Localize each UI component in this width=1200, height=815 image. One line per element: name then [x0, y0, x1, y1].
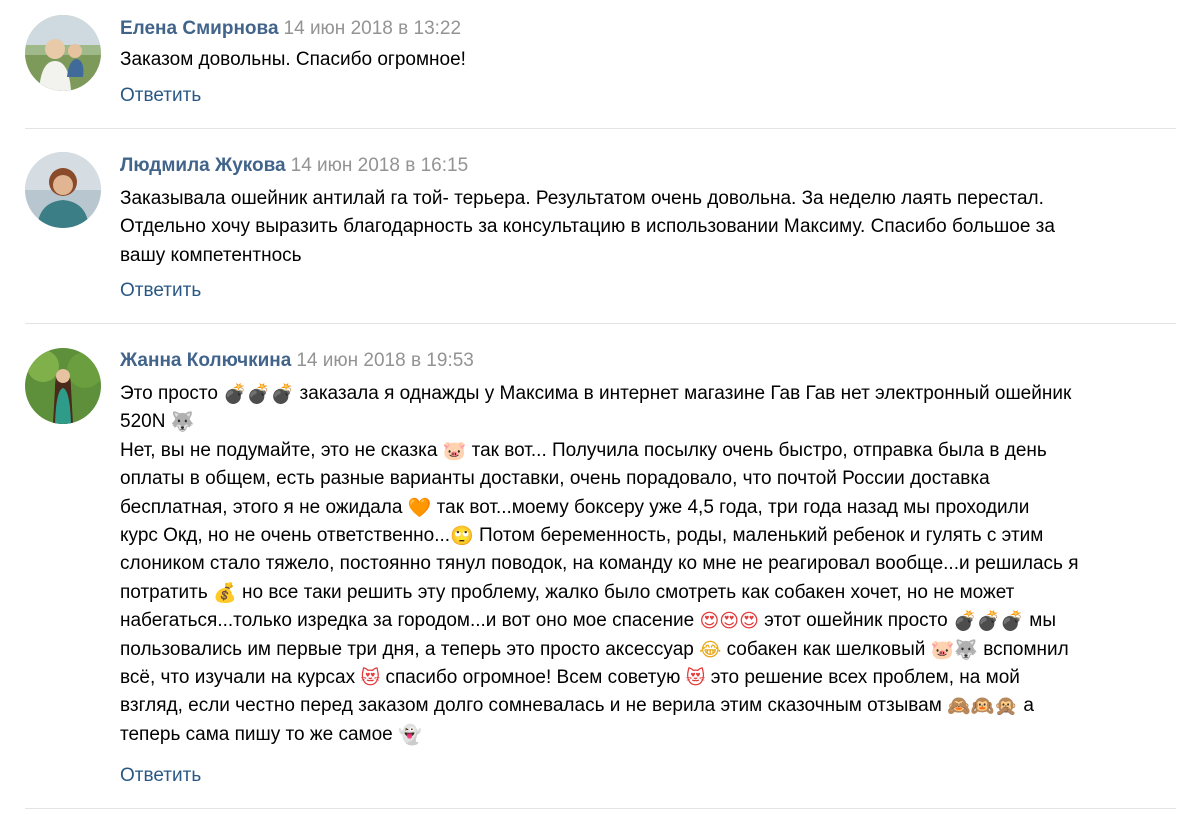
- joy-icon: 😂: [699, 638, 722, 661]
- reply-link[interactable]: Ответить: [120, 763, 201, 789]
- text-segment: бесплатная, этого я не ожидала: [120, 496, 408, 518]
- avatar-photo: [25, 152, 101, 228]
- heart-eyes-icon: 😍: [739, 610, 759, 633]
- comment-line: пользовались им первые три дня, а теперь…: [120, 636, 1180, 664]
- comment-header: Жанна Колючкина 14 июн 2018 в 19:53: [120, 348, 474, 374]
- text-segment: пользовались им первые три дня, а теперь…: [120, 638, 700, 660]
- bomb-icon: 💣: [270, 383, 295, 405]
- wolf-icon: 🐺: [170, 411, 195, 434]
- separator: [25, 808, 1176, 809]
- text-segment: потратить: [120, 581, 214, 603]
- reply-link[interactable]: Ответить: [120, 278, 201, 304]
- comment-line: Заказывала ошейник антилай га той- терье…: [120, 188, 1044, 209]
- comment-date[interactable]: 14 июн 2018 в 13:22: [284, 18, 462, 39]
- heart-eyes-icon: 😍: [699, 610, 720, 633]
- comment-header: Людмила Жукова 14 июн 2018 в 16:15: [120, 153, 468, 179]
- comment-date[interactable]: 14 июн 2018 в 16:15: [291, 155, 469, 176]
- text-segment: Это просто: [120, 383, 224, 404]
- comment-header: Елена Смирнова 14 июн 2018 в 13:22: [120, 16, 461, 42]
- text-segment: спасибо огромное! Всем советую: [380, 667, 686, 689]
- text-segment: всё, что изучали на курсах: [120, 667, 361, 689]
- comment-line: потратить 💰 но все таки решить эту пробл…: [120, 579, 1180, 607]
- heart-eyes-icon: 😍: [719, 610, 740, 633]
- comment-line: курс Окд, но не очень ответственно...🙄 П…: [120, 522, 1180, 550]
- text-segment: этот ошейник просто: [758, 610, 954, 632]
- author-name[interactable]: Людмила Жукова: [120, 155, 286, 176]
- text-segment: Нет, вы не подумайте, это не сказка: [120, 439, 443, 461]
- comment-line: Нет, вы не подумайте, это не сказка 🐷 та…: [120, 437, 1180, 465]
- text-segment: набегаться...только изредка за городом..…: [120, 610, 700, 632]
- rolling-eyes-icon: 🙄: [450, 525, 474, 548]
- bomb-icon: 💣: [223, 383, 247, 405]
- text-segment: собакен как шелковый: [721, 638, 931, 660]
- heart-eyes-cat-icon: 😻: [360, 667, 381, 690]
- bomb-icon: 💣: [1000, 610, 1025, 633]
- separator: [25, 323, 1176, 324]
- heart-icon: 🧡: [407, 496, 432, 519]
- author-name[interactable]: Елена Смирнова: [120, 18, 279, 39]
- comment-line: Отдельно хочу выразить благодарность за …: [120, 216, 1055, 238]
- pig-icon: 🐷: [442, 439, 467, 462]
- separator: [25, 128, 1176, 129]
- comment-line: взгляд, если честно перед заказом долго …: [120, 692, 1180, 720]
- comment-line: всё, что изучали на курсах 😻 спасибо огр…: [120, 664, 1180, 692]
- text-segment: так вот... Получила посылку очень быстро…: [466, 439, 1047, 461]
- text-segment: 520N: [120, 411, 171, 433]
- text-segment: теперь сама пишу то же самое: [120, 723, 398, 745]
- heart-eyes-cat-icon: 😻: [685, 667, 706, 690]
- text-segment: это решение всех проблем, на мой: [705, 667, 1020, 689]
- reply-link[interactable]: Ответить: [120, 83, 201, 109]
- text-segment: так вот...моему боксеру уже 4,5 года, тр…: [431, 496, 1030, 518]
- ghost-icon: 👻: [398, 723, 422, 746]
- avatar-photo: [25, 348, 101, 424]
- text-segment: мы: [1024, 610, 1057, 632]
- pig-icon: 🐷: [930, 638, 955, 661]
- bomb-icon: 💣: [953, 610, 977, 633]
- text-segment: взгляд, если честно перед заказом долго …: [120, 695, 948, 717]
- comment-line: оплаты в общем, есть разные варианты дос…: [120, 468, 990, 490]
- avatar[interactable]: [25, 152, 101, 228]
- comment-line: Заказом довольны. Спасибо огромное!: [120, 49, 466, 70]
- avatar-photo: [25, 15, 101, 91]
- avatar[interactable]: [25, 348, 101, 424]
- comment-line: теперь сама пишу то же самое 👻: [120, 721, 1180, 749]
- wolf-icon: 🐺: [954, 638, 978, 661]
- comment-text: Заказом довольны. Спасибо огромное!: [120, 46, 1180, 74]
- text-segment: а: [1018, 695, 1034, 717]
- bomb-icon: 💣: [976, 610, 1001, 633]
- author-name[interactable]: Жанна Колючкина: [120, 350, 291, 371]
- text-segment: Потом беременность, роды, маленький ребе…: [473, 525, 1044, 547]
- avatar[interactable]: [25, 15, 101, 91]
- money-bag-icon: 💰: [213, 581, 237, 604]
- text-segment: курс Окд, но не очень ответственно...: [120, 525, 451, 547]
- three-monkeys-icon: 🙈🙉🙊: [947, 695, 1019, 718]
- text-segment: но все таки решить эту проблему, жалко б…: [236, 581, 1015, 603]
- comment-line: 520N 🐺: [120, 408, 1180, 436]
- comment-text: Заказывала ошейник антилай га той- терье…: [120, 185, 1180, 270]
- comment-date[interactable]: 14 июн 2018 в 19:53: [296, 350, 474, 371]
- comment-line: вашу компетентнось: [120, 244, 302, 266]
- bomb-icon: 💣: [246, 383, 271, 405]
- comment-line: слоником стало тяжело, постоянно тянул п…: [120, 553, 1079, 575]
- comment-line: бесплатная, этого я не ожидала 🧡 так вот…: [120, 494, 1180, 522]
- comment-line: Это просто 💣💣💣 заказала я однажды у Макс…: [120, 380, 1180, 408]
- comment-text: Это просто 💣💣💣 заказала я однажды у Макс…: [120, 380, 1180, 749]
- comment-line: набегаться...только изредка за городом..…: [120, 607, 1180, 635]
- text-segment: вспомнил: [977, 638, 1069, 660]
- text-segment: заказала я однажды у Максима в интернет …: [294, 383, 1072, 404]
